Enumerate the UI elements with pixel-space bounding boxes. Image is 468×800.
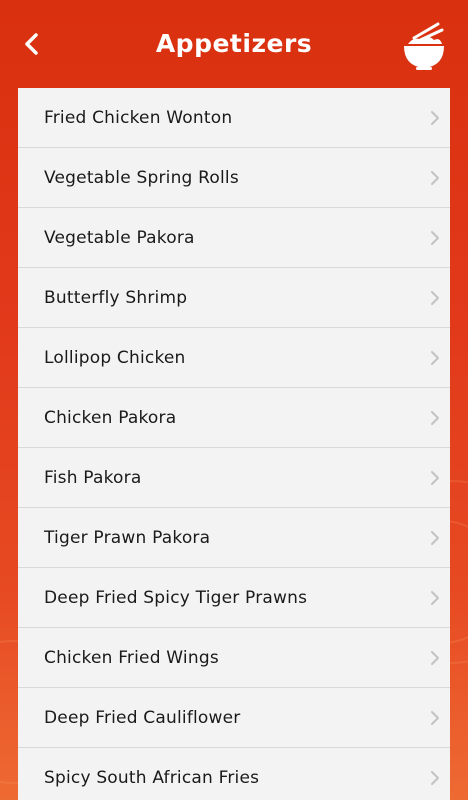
rice-bowl-chopsticks-icon	[400, 20, 448, 72]
list-item[interactable]: Butterfly Shrimp	[18, 268, 450, 328]
list-item[interactable]: Fish Pakora	[18, 448, 450, 508]
list-item-label: Chicken Pakora	[44, 408, 177, 428]
list-item[interactable]: Spicy South African Fries	[18, 748, 450, 800]
chevron-right-icon	[431, 591, 439, 605]
list-item[interactable]: Chicken Pakora	[18, 388, 450, 448]
page-title: Appetizers	[155, 29, 313, 58]
chevron-right-icon	[431, 111, 439, 125]
list-item[interactable]: Lollipop Chicken	[18, 328, 450, 388]
list-item-label: Deep Fried Cauliflower	[44, 708, 241, 728]
list-item-label: Lollipop Chicken	[44, 348, 186, 368]
list-item-label: Vegetable Pakora	[44, 228, 195, 248]
chevron-right-icon	[431, 171, 439, 185]
list-item[interactable]: Deep Fried Cauliflower	[18, 688, 450, 748]
list-item-label: Vegetable Spring Rolls	[44, 168, 239, 188]
list-item[interactable]: Vegetable Spring Rolls	[18, 148, 450, 208]
chevron-right-icon	[431, 351, 439, 365]
chevron-right-icon	[431, 471, 439, 485]
chevron-right-icon	[431, 531, 439, 545]
list-item[interactable]: Tiger Prawn Pakora	[18, 508, 450, 568]
list-item-label: Spicy South African Fries	[44, 768, 260, 788]
list-item[interactable]: Chicken Fried Wings	[18, 628, 450, 688]
list-item-label: Fish Pakora	[44, 468, 142, 488]
chevron-right-icon	[431, 231, 439, 245]
chevron-right-icon	[431, 711, 439, 725]
list-item-label: Butterfly Shrimp	[44, 288, 188, 308]
chevron-right-icon	[431, 651, 439, 665]
appetizer-list: Fried Chicken Wonton Vegetable Spring Rol…	[18, 88, 450, 800]
list-item-label: Chicken Fried Wings	[44, 648, 219, 668]
list-item[interactable]: Fried Chicken Wonton	[18, 88, 450, 148]
app-header: Appetizers	[0, 0, 468, 88]
list-item[interactable]: Vegetable Pakora	[18, 208, 450, 268]
chevron-right-icon	[431, 291, 439, 305]
chevron-right-icon	[431, 771, 439, 785]
list-item[interactable]: Deep Fried Spicy Tiger Prawns	[18, 568, 450, 628]
chevron-right-icon	[431, 411, 439, 425]
list-item-label: Tiger Prawn Pakora	[44, 528, 211, 548]
list-item-label: Deep Fried Spicy Tiger Prawns	[44, 588, 308, 608]
list-item-label: Fried Chicken Wonton	[44, 108, 233, 128]
